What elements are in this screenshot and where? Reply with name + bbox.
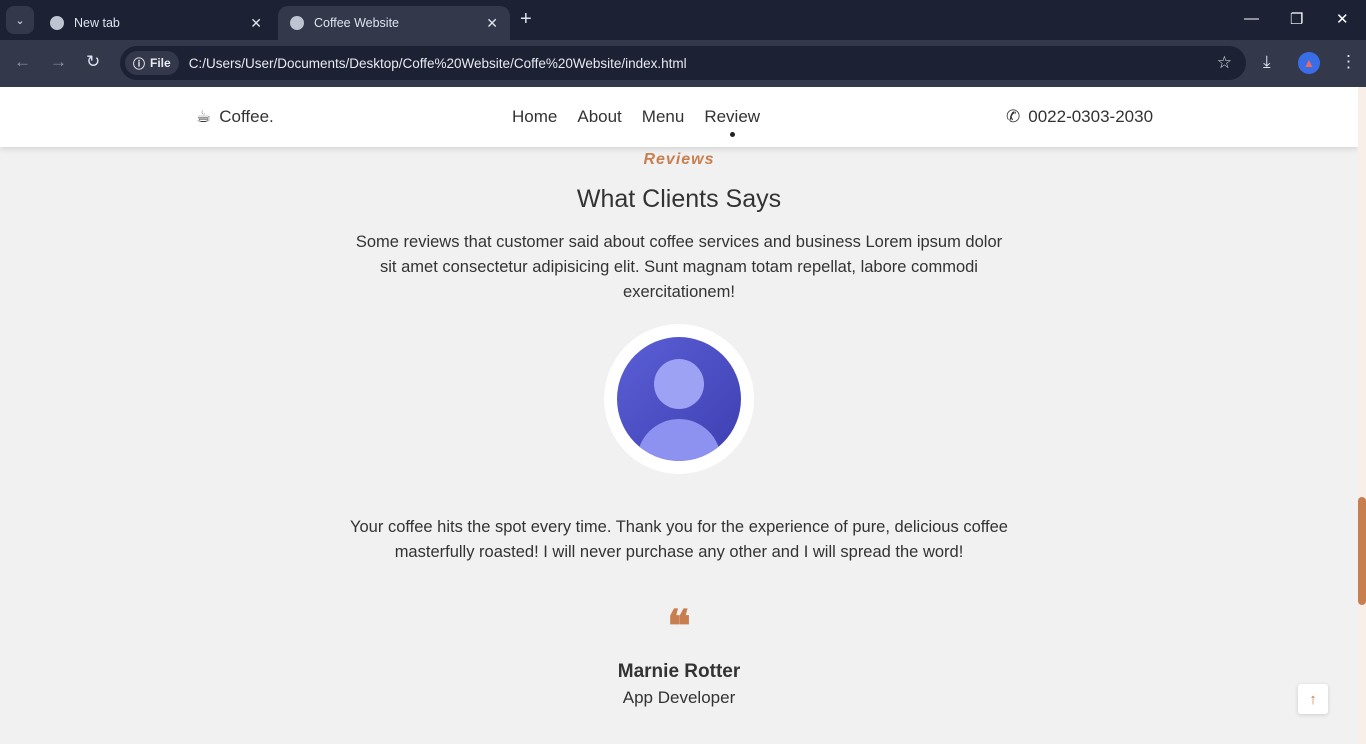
scrollbar[interactable] [1358,87,1366,744]
restore-button[interactable]: ❐ [1290,10,1303,28]
tab-bar: ⌄ New tab ✕ Coffee Website ✕ + — ❐ ✕ [0,0,1366,40]
logo-text: Coffee. [219,107,274,126]
close-window-button[interactable]: ✕ [1336,10,1349,28]
forward-icon[interactable]: → [50,52,67,72]
new-tab-button[interactable]: + [520,8,532,31]
section-eyebrow: Reviews [643,151,715,168]
scroll-to-top-button[interactable]: ↑ [1298,684,1328,714]
arrow-up-icon: ↑ [1309,690,1317,708]
profile-avatar[interactable]: ▲ [1298,52,1320,74]
reviewer-name: Marnie Rotter [617,661,741,682]
reload-icon[interactable]: ↻ [86,52,100,72]
chrome-icon [50,16,64,30]
close-tab-button[interactable]: ✕ [250,15,262,32]
close-tab-button[interactable]: ✕ [486,15,498,32]
globe-icon [290,16,304,30]
minimize-button[interactable]: — [1244,10,1259,27]
download-icon[interactable]: ⤓ [1263,52,1271,72]
nav-menu[interactable]: Menu [642,107,685,127]
logo[interactable]: ☕︎ Coffee. [196,107,274,127]
main-nav: Home About Menu Review [512,107,760,137]
review-text: Your coffee hits the spot every time. Th… [350,518,1008,561]
back-icon[interactable]: ← [14,52,31,72]
phone-icon: ✆ [1006,107,1021,126]
phone-contact[interactable]: ✆ 0022-0303-2030 [1006,107,1153,127]
section-title: What Clients Says [576,185,782,213]
nav-home[interactable]: Home [512,107,557,127]
user-icon [617,337,741,461]
address-bar[interactable]: ⓘ File C:/Users/User/Documents/Desktop/Co… [120,46,1246,80]
url-text[interactable]: C:/Users/User/Documents/Desktop/Coffe%20… [189,56,687,71]
scrollbar-thumb[interactable] [1358,497,1366,605]
reviewer-role: App Developer [622,688,736,707]
tab-search-button[interactable]: ⌄ [6,6,34,34]
quote-icon: ❝ [667,601,691,652]
phone-number: 0022-0303-2030 [1028,107,1154,126]
tab-coffee-website[interactable]: Coffee Website ✕ [278,6,510,40]
page-viewport: ☕︎ Coffee. Home About Menu Review ✆ 0022-0… [0,87,1358,744]
coffee-cup-icon: ☕︎ [196,107,212,126]
nav-review[interactable]: Review [704,107,760,137]
tab-title: Coffee Website [314,16,400,30]
menu-kebab-icon[interactable]: ⋮ [1340,52,1357,72]
reviewer-avatar [604,324,754,474]
site-info-chip[interactable]: ⓘ File [125,51,179,75]
nav-about[interactable]: About [577,107,621,127]
bookmark-star-icon[interactable]: ☆ [1217,53,1232,73]
info-icon: ⓘ [133,56,146,71]
site-header: ☕︎ Coffee. Home About Menu Review ✆ 0022-0… [0,87,1358,147]
browser-toolbar: ← → ↻ ⓘ File C:/Users/User/Documents/Desk… [0,40,1366,87]
section-description: Some reviews that customer said about co… [355,233,1003,301]
tab-title: New tab [74,16,120,30]
tab-new-tab[interactable]: New tab ✕ [38,6,274,40]
chip-label: File [150,56,171,70]
